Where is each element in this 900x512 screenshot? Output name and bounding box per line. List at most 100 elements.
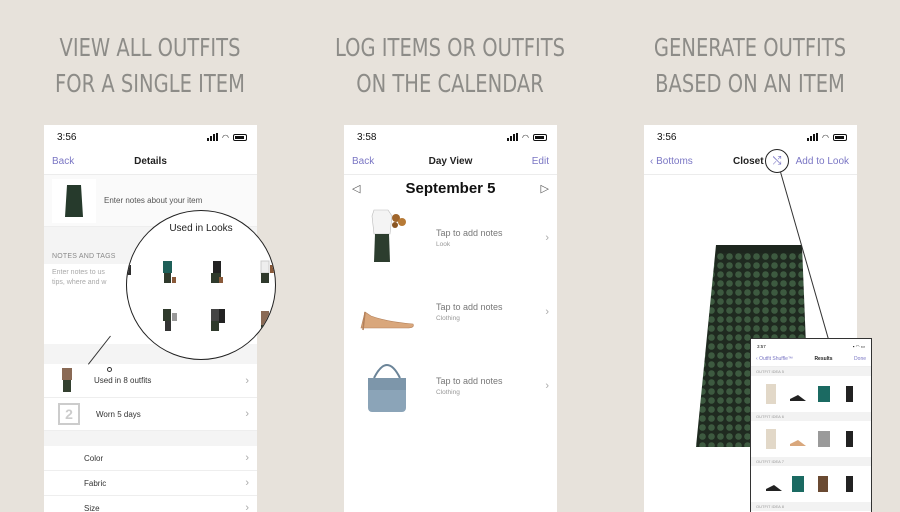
callout-dot [107,367,112,372]
wifi-icon: ◠ [222,132,229,142]
outfit-idea-row[interactable] [751,421,871,457]
battery-icon [833,133,847,141]
chevron-right-icon: › [545,380,549,392]
prev-day-icon[interactable]: ◁ [352,182,360,195]
back-bottoms-button[interactable]: ‹ Bottoms [650,156,693,167]
headline-3-line2: BASED ON AN ITEM [655,69,845,98]
mini-status-icons: ▪ ◠ ▭ [852,344,865,349]
outfit-idea-items [766,476,853,492]
wifi-icon: ◠ [822,132,829,142]
color-label: Color [84,453,104,463]
battery-icon [533,133,547,141]
entry-kind: Look [436,241,451,248]
log-entry-heels[interactable]: Tap to add notes Clothing › [344,275,557,349]
status-bar: 3:56 ◠ [44,125,257,149]
nav-bar: ‹ Bottoms Closet Add to Look [644,149,857,175]
outfit-idea-label: OUTFIT IDEA 5 [751,367,871,376]
log-entry-handbag[interactable]: Tap to add notes Clothing › [344,349,557,423]
look-thumbnail [211,309,225,331]
mini-status-time: 3:57 [757,344,766,349]
outfit-look-icon [352,206,422,270]
signal-icon [507,133,519,141]
edit-button[interactable]: Edit [532,156,549,167]
headline-3: GENERATE OUTFITS BASED ON AN ITEM [633,30,867,102]
outfit-thumbnail [62,367,72,392]
wifi-icon: ◠ [522,132,529,142]
worn-days-label: Worn 5 days [96,409,141,419]
headline-2-line2: ON THE CALENDAR [356,69,544,98]
page-title: Day View [428,156,473,167]
nav-bar: Back Day View Edit [344,149,557,175]
look-thumbnail [261,311,269,333]
status-time: 3:56 [57,131,77,143]
outfit-idea-items [766,384,853,404]
worn-days-row[interactable]: 2 Worn 5 days › [44,398,257,431]
battery-icon [233,133,247,141]
status-time: 3:56 [657,131,677,143]
back-button[interactable]: Back [52,156,74,167]
look-thumbnail [260,260,275,283]
chevron-right-icon: › [245,374,249,387]
outfit-idea-label: OUTFIT IDEA 6 [751,412,871,421]
phone-day-view: 3:58 ◠ Back Day View Edit ◁ September 5 … [344,125,557,512]
item-thumbnail [52,178,96,223]
fabric-row[interactable]: Fabric › [44,471,257,496]
calendar-number-icon: 2 [58,403,80,425]
outfit-idea-label: OUTFIT IDEA 8 [751,502,871,511]
headline-3-line1: GENERATE OUTFITS [653,33,847,62]
chevron-right-icon: › [245,452,249,464]
look-thumbnail [127,265,131,275]
look-thumbnail [163,261,176,283]
shuffle-icon[interactable]: ⤭ [765,149,789,173]
done-button[interactable]: Done [854,356,866,362]
headline-2: LOG ITEMS OR OUTFITS ON THE CALENDAR [333,30,567,102]
used-in-looks-magnifier: Used in Looks [126,210,276,360]
looks-grid [127,260,275,333]
next-day-icon[interactable]: ▷ [541,182,549,195]
status-time: 3:58 [357,131,377,143]
nav-bar: Back Details [44,149,257,175]
status-bar: 3:56 ◠ [644,125,857,149]
look-thumbnail [163,309,177,331]
headline-1-line2: FOR A SINGLE ITEM [55,69,245,98]
back-label: Bottoms [656,156,693,167]
headline-1: VIEW ALL OUTFITS FOR A SINGLE ITEM [33,30,267,102]
date-bar: ◁ September 5 ▷ [344,175,557,201]
chevron-right-icon: › [245,408,249,420]
headline-1-line1: VIEW ALL OUTFITS [59,33,241,62]
outfit-idea-row[interactable] [751,376,871,412]
mini-title: Results [814,356,833,362]
size-label: Size [84,503,100,512]
nude-heels-icon [352,280,422,344]
outfit-idea-row[interactable] [751,466,871,502]
chevron-right-icon: › [245,477,249,489]
used-in-outfits-row[interactable]: Used in 8 outfits › [44,364,257,398]
add-to-look-button[interactable]: Add to Look [796,156,849,167]
log-entry-look[interactable]: Tap to add notes Look › [344,201,557,275]
closet-title: Closet [733,156,764,167]
back-button[interactable]: Back [352,156,374,167]
magnifier-title: Used in Looks [169,223,233,234]
color-row[interactable]: Color › [44,446,257,471]
tap-to-add-notes: Tap to add notes [436,302,503,312]
chevron-right-icon: › [545,232,549,244]
entry-kind: Clothing [436,315,460,322]
headline-2-line1: LOG ITEMS OR OUTFITS [334,33,566,62]
mini-back-label: Outfit Shuffle™ [759,356,793,362]
fabric-label: Fabric [84,478,107,488]
blue-handbag-icon [352,354,422,418]
signal-icon [207,133,219,141]
size-row[interactable]: Size › [44,496,257,512]
outfit-idea-label: OUTFIT IDEA 7 [751,457,871,466]
look-thumbnail [211,261,223,283]
outfit-shuffle-back-button[interactable]: ‹ Outfit Shuffle™ [756,356,793,362]
tap-to-add-notes: Tap to add notes [436,228,503,238]
item-notes-input[interactable]: Enter notes about your item [104,196,202,205]
date-title: September 5 [405,179,496,197]
outfit-idea-items [766,429,853,449]
entry-kind: Clothing [436,389,460,396]
mini-nav-bar: ‹ Outfit Shuffle™ Results Done [751,350,871,367]
outfit-shuffle-results: 3:57 ▪ ◠ ▭ ‹ Outfit Shuffle™ Results Don… [750,338,872,512]
chevron-right-icon: › [545,306,549,318]
page-title: Details [134,156,167,167]
